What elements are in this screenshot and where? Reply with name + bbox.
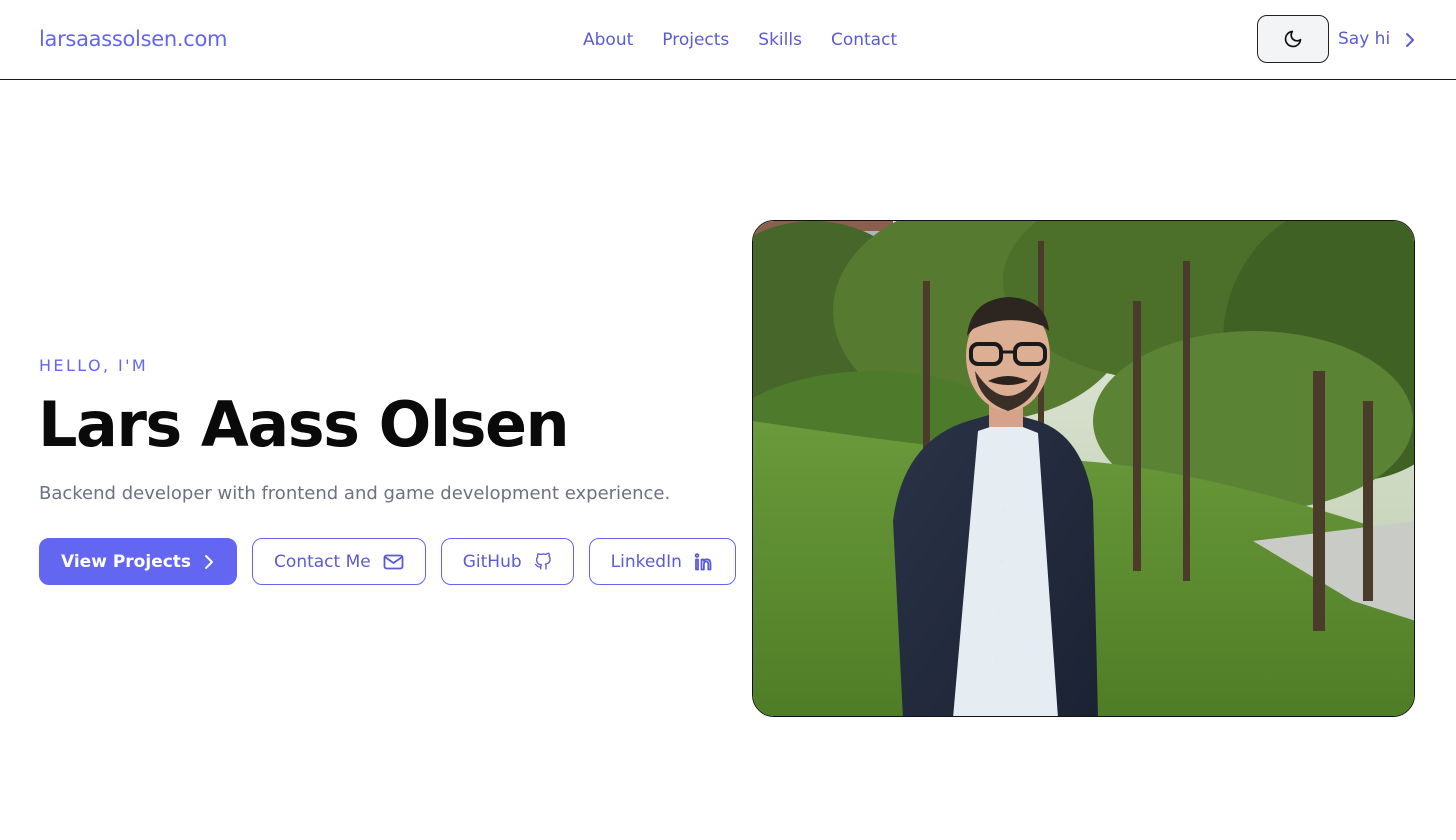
- chevron-right-icon: [1406, 32, 1415, 47]
- github-button[interactable]: GitHub: [440, 538, 574, 585]
- site-header: larsaassolsen.com About Projects Skills …: [0, 0, 1456, 80]
- nav-contact[interactable]: Contact: [831, 30, 897, 50]
- nav-projects[interactable]: Projects: [662, 30, 729, 50]
- contact-me-button[interactable]: Contact Me: [252, 538, 426, 585]
- hero-portrait-image: [752, 220, 1415, 717]
- nav-about[interactable]: About: [583, 30, 633, 50]
- main-nav: About Projects Skills Contact: [583, 30, 926, 50]
- say-hi-link[interactable]: Say hi: [1338, 29, 1416, 49]
- chevron-right-icon: [205, 554, 214, 569]
- say-hi-label: Say hi: [1338, 29, 1391, 49]
- theme-toggle-button[interactable]: [1257, 15, 1329, 63]
- brand-link[interactable]: larsaassolsen.com: [39, 27, 227, 51]
- hero-name: Lars Aass Olsen: [38, 388, 570, 461]
- hero-eyebrow: HELLO, I'M: [39, 356, 149, 375]
- linkedin-icon: [694, 552, 712, 570]
- github-icon: [534, 552, 551, 570]
- mail-icon: [383, 554, 404, 569]
- moon-icon: [1284, 30, 1302, 48]
- view-projects-label: View Projects: [61, 551, 192, 572]
- view-projects-button[interactable]: View Projects: [39, 538, 238, 585]
- hero-actions: View Projects Contact Me GitHub LinkedIn: [39, 538, 736, 585]
- nav-skills[interactable]: Skills: [758, 30, 802, 50]
- linkedin-button[interactable]: LinkedIn: [588, 538, 736, 585]
- linkedin-label: LinkedIn: [610, 551, 682, 572]
- github-label: GitHub: [462, 551, 522, 572]
- hero-tagline: Backend developer with frontend and game…: [39, 483, 671, 504]
- contact-me-label: Contact Me: [274, 551, 371, 572]
- portrait-photo-illustration: [753, 221, 1414, 716]
